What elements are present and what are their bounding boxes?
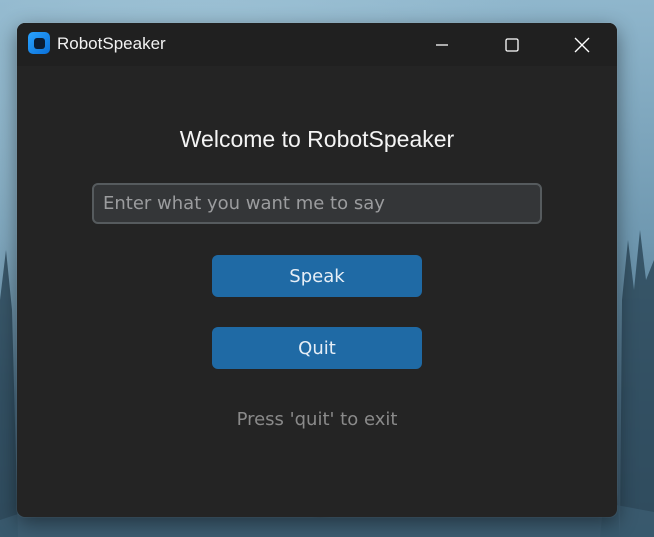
maximize-icon bbox=[505, 37, 519, 52]
window-title: RobotSpeaker bbox=[57, 34, 166, 53]
exit-hint: Press 'quit' to exit bbox=[236, 409, 398, 430]
app-icon-glyph bbox=[33, 37, 45, 49]
maximize-button[interactable] bbox=[489, 23, 535, 66]
app-window: RobotSpeaker Welcome to RobotSpeaker Spe… bbox=[17, 23, 617, 517]
main-content: Welcome to RobotSpeaker Speak Quit Press… bbox=[17, 66, 617, 517]
close-icon bbox=[574, 37, 590, 52]
speak-button[interactable]: Speak bbox=[212, 255, 422, 297]
minimize-button[interactable] bbox=[419, 23, 465, 66]
speech-text-input[interactable] bbox=[92, 183, 542, 224]
welcome-heading: Welcome to RobotSpeaker bbox=[179, 126, 455, 152]
title-bar[interactable]: RobotSpeaker bbox=[17, 23, 617, 66]
minimize-icon bbox=[436, 43, 448, 46]
app-icon bbox=[28, 32, 50, 54]
quit-button[interactable]: Quit bbox=[212, 327, 422, 369]
close-button[interactable] bbox=[559, 23, 605, 66]
